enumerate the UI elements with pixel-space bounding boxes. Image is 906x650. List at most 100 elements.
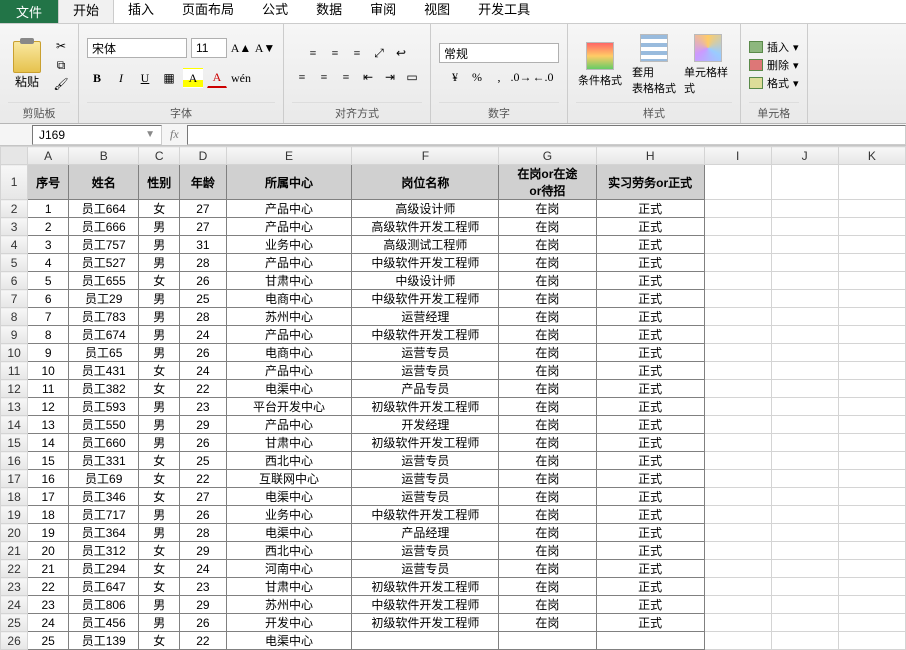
table-cell[interactable]: 7 (28, 308, 69, 326)
table-cell[interactable]: 产品中心 (226, 416, 352, 434)
table-cell[interactable]: 员工139 (69, 632, 139, 650)
table-cell[interactable]: 员工29 (69, 290, 139, 308)
table-cell[interactable]: 在岗 (499, 200, 596, 218)
table-cell[interactable]: 26 (180, 614, 226, 632)
table-cell[interactable]: 在岗 (499, 398, 596, 416)
orientation-icon[interactable]: ⤢ (369, 43, 389, 63)
row-header[interactable]: 11 (1, 362, 28, 380)
table-cell[interactable]: 员工647 (69, 578, 139, 596)
table-cell[interactable]: 28 (180, 254, 226, 272)
table-header-cell[interactable]: 所属中心 (226, 165, 352, 200)
table-cell[interactable]: 在岗 (499, 218, 596, 236)
table-cell[interactable]: 员工346 (69, 488, 139, 506)
table-cell[interactable]: 27 (180, 488, 226, 506)
table-cell[interactable]: 苏州中心 (226, 596, 352, 614)
col-header-H[interactable]: H (596, 147, 704, 165)
cell[interactable] (704, 290, 771, 308)
cell[interactable] (771, 344, 838, 362)
table-cell[interactable]: 在岗 (499, 560, 596, 578)
table-cell[interactable]: 在岗 (499, 236, 596, 254)
table-cell[interactable]: 员工312 (69, 542, 139, 560)
spreadsheet[interactable]: ABCDEFGHIJK1序号姓名性别年龄所属中心岗位名称在岗or在途 or待招实… (0, 146, 906, 650)
cell[interactable] (838, 200, 905, 218)
cell[interactable] (838, 524, 905, 542)
row-header[interactable]: 20 (1, 524, 28, 542)
cell[interactable] (771, 452, 838, 470)
cell[interactable] (704, 326, 771, 344)
col-header-G[interactable]: G (499, 147, 596, 165)
table-cell[interactable]: 在岗 (499, 326, 596, 344)
row-header[interactable]: 3 (1, 218, 28, 236)
decrease-indent-icon[interactable]: ⇤ (358, 67, 378, 87)
tab-审阅[interactable]: 审阅 (356, 0, 410, 23)
cell[interactable] (771, 308, 838, 326)
table-cell[interactable]: 产品中心 (226, 218, 352, 236)
table-cell[interactable]: 26 (180, 344, 226, 362)
table-cell[interactable]: 正式 (596, 218, 704, 236)
table-cell[interactable]: 正式 (596, 236, 704, 254)
table-cell[interactable]: 28 (180, 308, 226, 326)
table-cell[interactable]: 女 (139, 470, 180, 488)
table-cell[interactable]: 男 (139, 614, 180, 632)
table-cell[interactable]: 正式 (596, 470, 704, 488)
row-header[interactable]: 1 (1, 165, 28, 200)
table-cell[interactable]: 18 (28, 506, 69, 524)
table-cell[interactable]: 员工294 (69, 560, 139, 578)
table-cell[interactable]: 产品中心 (226, 362, 352, 380)
cell[interactable] (838, 596, 905, 614)
table-cell[interactable]: 业务中心 (226, 236, 352, 254)
table-cell[interactable]: 运营专员 (352, 470, 499, 488)
table-cell[interactable]: 男 (139, 524, 180, 542)
table-cell[interactable]: 27 (180, 200, 226, 218)
row-header[interactable]: 26 (1, 632, 28, 650)
table-cell[interactable]: 高级设计师 (352, 200, 499, 218)
table-cell[interactable]: 开发经理 (352, 416, 499, 434)
cell[interactable] (838, 218, 905, 236)
table-cell[interactable]: 正式 (596, 614, 704, 632)
table-cell[interactable]: 男 (139, 434, 180, 452)
table-cell[interactable]: 正式 (596, 308, 704, 326)
table-cell[interactable]: 在岗 (499, 524, 596, 542)
cell[interactable] (704, 506, 771, 524)
table-cell[interactable]: 17 (28, 488, 69, 506)
align-top-icon[interactable]: ≡ (303, 43, 323, 63)
table-cell[interactable]: 高级软件开发工程师 (352, 218, 499, 236)
table-cell[interactable]: 电渠中心 (226, 380, 352, 398)
table-cell[interactable]: 在岗 (499, 434, 596, 452)
table-header-cell[interactable]: 岗位名称 (352, 165, 499, 200)
table-cell[interactable]: 13 (28, 416, 69, 434)
increase-decimal-icon[interactable]: .0→ (511, 67, 531, 87)
table-cell[interactable]: 初级软件开发工程师 (352, 434, 499, 452)
table-cell[interactable]: 在岗 (499, 578, 596, 596)
table-cell[interactable]: 女 (139, 200, 180, 218)
cell[interactable] (704, 596, 771, 614)
table-header-cell[interactable]: 年龄 (180, 165, 226, 200)
table-cell[interactable]: 正式 (596, 488, 704, 506)
col-header-F[interactable]: F (352, 147, 499, 165)
table-cell[interactable]: 员工717 (69, 506, 139, 524)
table-cell[interactable]: 25 (180, 452, 226, 470)
table-cell[interactable]: 运营专员 (352, 560, 499, 578)
table-cell[interactable]: 女 (139, 362, 180, 380)
table-cell[interactable]: 24 (28, 614, 69, 632)
table-cell[interactable]: 运营专员 (352, 344, 499, 362)
cell[interactable] (771, 542, 838, 560)
table-cell[interactable]: 运营专员 (352, 452, 499, 470)
table-cell[interactable]: 20 (28, 542, 69, 560)
table-cell[interactable]: 产品经理 (352, 524, 499, 542)
row-header[interactable]: 12 (1, 380, 28, 398)
table-cell[interactable]: 员工757 (69, 236, 139, 254)
cell[interactable] (704, 452, 771, 470)
table-cell[interactable]: 在岗 (499, 290, 596, 308)
cell[interactable] (704, 200, 771, 218)
table-cell[interactable]: 平台开发中心 (226, 398, 352, 416)
tab-开发工具[interactable]: 开发工具 (464, 0, 544, 23)
cell[interactable] (771, 236, 838, 254)
delete-cells-button[interactable]: 删除 ▾ (749, 57, 799, 73)
table-cell[interactable]: 29 (180, 542, 226, 560)
table-cell[interactable]: 女 (139, 272, 180, 290)
cell[interactable] (704, 578, 771, 596)
table-header-cell[interactable]: 实习劳务or正式 (596, 165, 704, 200)
table-cell[interactable]: 正式 (596, 560, 704, 578)
font-color-button[interactable]: A (207, 68, 227, 88)
